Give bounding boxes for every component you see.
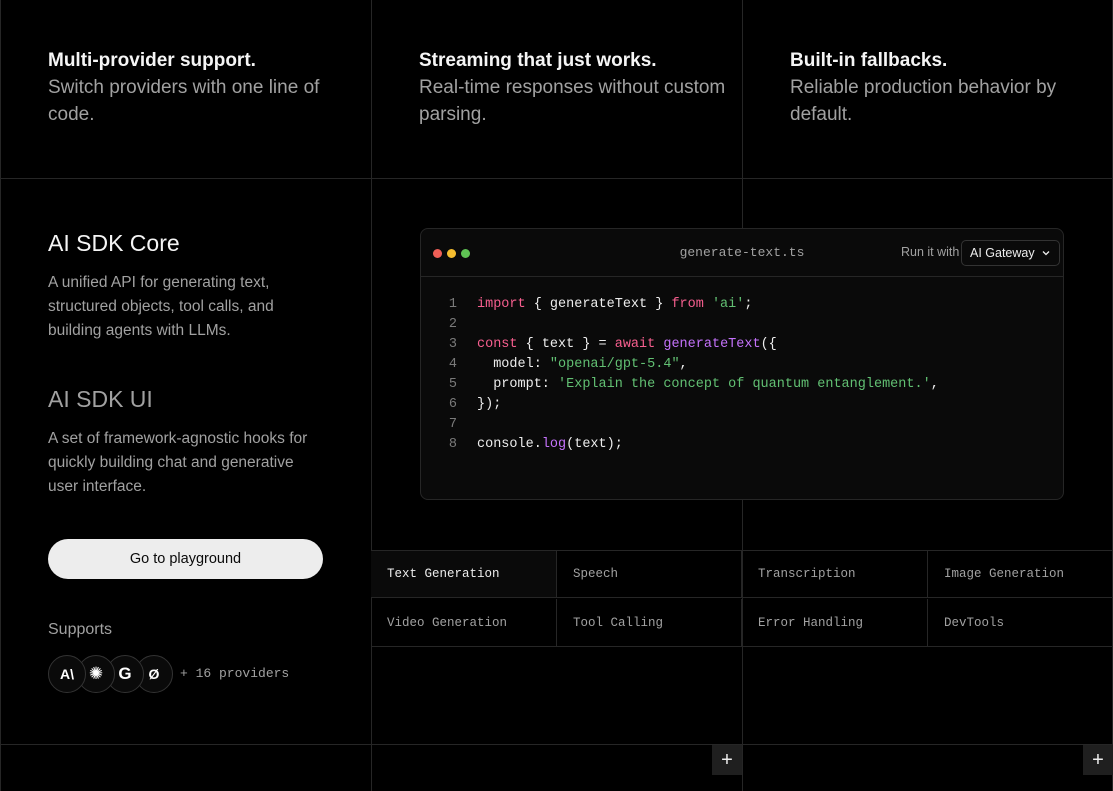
tab-image-generation[interactable]: Image Generation [928, 550, 1113, 598]
code-token: , [930, 377, 939, 392]
code-token: const [477, 337, 518, 352]
grid-divider [0, 0, 1, 791]
core-description: A unified API for generating text, struc… [48, 274, 274, 339]
feature-title: Streaming that just works. [419, 50, 657, 71]
code-line: 5 prompt: 'Explain the concept of quantu… [421, 375, 1063, 395]
code-window-header: generate-text.ts Run it with AI Gateway [421, 229, 1063, 277]
code-token: generateText [663, 337, 761, 352]
code-token: }); [477, 397, 502, 412]
code-line: 8 console. log (text); [421, 435, 1063, 455]
code-token: ; [744, 297, 753, 312]
line-number: 2 [448, 317, 457, 332]
line-number: 3 [448, 337, 457, 352]
code-line: 6}); [421, 395, 1063, 415]
tab-tool-calling[interactable]: Tool Calling [557, 599, 742, 647]
line-number: 7 [448, 417, 457, 432]
tab-speech[interactable]: Speech [557, 550, 742, 598]
code-token: { text } = [517, 337, 615, 352]
feature-title: Built-in fallbacks. [790, 50, 948, 71]
code-token: from [671, 297, 704, 312]
more-providers-text: + 16 providers [180, 666, 290, 681]
code-token: 'Explain the concept of quantum entangle… [558, 377, 931, 392]
provider-select-value: AI Gateway [970, 246, 1035, 260]
grid-divider [0, 178, 1113, 179]
ui-description: A set of framework-agnostic hooks for qu… [48, 430, 308, 495]
line-number: 6 [448, 397, 457, 412]
feature-description: Switch providers with one line of code. [48, 77, 320, 125]
code-token: import [477, 297, 526, 312]
grid-divider [371, 0, 372, 791]
code-token: (text); [566, 437, 623, 452]
plus-icon[interactable]: + [712, 745, 742, 775]
feature-streaming: Streaming that just works. Real-time res… [419, 47, 729, 128]
feature-multi-provider: Multi-provider support. Switch providers… [48, 47, 358, 128]
tab-video-generation[interactable]: Video Generation [371, 599, 557, 647]
code-token: ({ [760, 337, 777, 352]
tab-text-generation[interactable]: Text Generation [371, 550, 557, 598]
code-token: await [614, 337, 656, 352]
code-token: { generateText } [525, 297, 672, 312]
ui-title[interactable]: AI SDK UI [48, 386, 153, 413]
chevron-down-icon [1042, 251, 1050, 256]
code-token: 'ai' [711, 297, 745, 312]
grid-divider [0, 744, 1113, 745]
tab-error-handling[interactable]: Error Handling [742, 599, 928, 647]
feature-description: Real-time responses without custom parsi… [419, 77, 726, 125]
code-body: 1 import { generateText } from 'ai'; 2 3 con… [421, 277, 1063, 455]
code-line: 1 import { generateText } from 'ai'; [421, 295, 1063, 315]
grid-divider [742, 0, 743, 228]
code-token: log [541, 437, 567, 452]
code-token: prompt: [477, 377, 559, 392]
supports-label: Supports [48, 621, 113, 638]
code-token: console. [477, 437, 542, 452]
line-number: 8 [448, 437, 457, 452]
provider-select[interactable]: AI Gateway [961, 240, 1060, 266]
line-number: 5 [448, 377, 457, 392]
code-line: 2 [421, 315, 1063, 335]
core-title[interactable]: AI SDK Core [48, 230, 180, 257]
code-line: 3 const { text } = await generateText({ [421, 335, 1063, 355]
code-token: model: [477, 357, 550, 372]
tab-devtools[interactable]: DevTools [928, 599, 1113, 647]
code-line: 7 [421, 415, 1063, 435]
line-number: 4 [448, 357, 457, 372]
line-number: 1 [448, 297, 457, 312]
feature-description: Reliable production behavior by default. [790, 77, 1057, 125]
code-window: generate-text.ts Run it with AI Gateway … [420, 228, 1064, 500]
playground-button[interactable]: Go to playground [48, 539, 323, 579]
feature-title: Multi-provider support. [48, 50, 256, 71]
code-token: "openai/gpt-5.4" [549, 357, 680, 372]
tab-transcription[interactable]: Transcription [742, 550, 928, 598]
code-line: 4 model: "openai/gpt-5.4", [421, 355, 1063, 375]
plus-icon[interactable]: + [1083, 745, 1113, 775]
code-token: , [679, 357, 688, 372]
run-label: Run it with [901, 245, 960, 259]
anthropic-icon: A\ [48, 655, 86, 693]
feature-fallbacks: Built-in fallbacks. Reliable production … [790, 47, 1100, 128]
